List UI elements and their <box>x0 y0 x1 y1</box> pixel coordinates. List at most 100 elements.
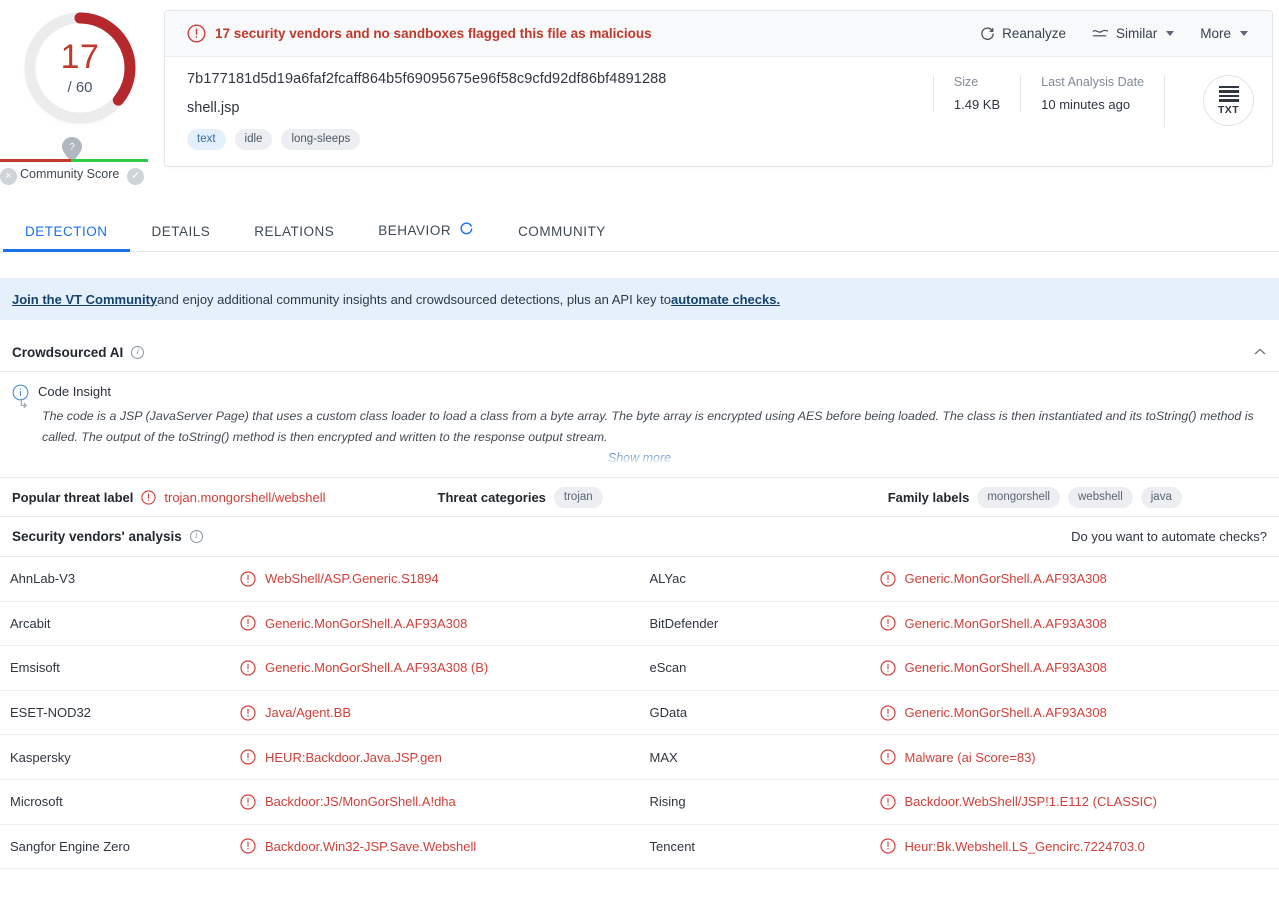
join-vt-community-link[interactable]: Join the VT Community <box>12 292 157 307</box>
file-details: 7b177181d5d19a6faf2fcaff864b5f69095675e9… <box>165 57 1272 166</box>
file-size-block: Size 1.49 KB <box>932 75 1020 112</box>
file-summary-area: 17 / 60 ? × Community Score ✓ 17 securit… <box>0 0 1279 188</box>
community-vote-down-icon[interactable]: × <box>0 168 17 185</box>
vendor-result-label[interactable]: Java/Agent.BB <box>265 705 351 720</box>
vendor-result: Generic.MonGorShell.A.AF93A308 <box>240 615 467 631</box>
last-analysis-block: Last Analysis Date 10 minutes ago <box>1020 75 1164 112</box>
tab-details[interactable]: DETAILS <box>130 224 233 251</box>
more-button[interactable]: More <box>1200 26 1248 41</box>
code-insight-title: Code Insight <box>38 384 111 399</box>
similar-button[interactable]: Similar <box>1092 26 1175 41</box>
family-label-pill[interactable]: java <box>1140 486 1182 508</box>
file-hash: 7b177181d5d19a6faf2fcaff864b5f69095675e9… <box>187 71 667 87</box>
table-row: AhnLab-V3 WebShell/ASP.Generic.S1894 <box>0 557 640 602</box>
reanalyze-icon <box>981 27 994 40</box>
warning-circle-icon <box>240 794 256 810</box>
vendor-result-label[interactable]: Generic.MonGorShell.A.AF93A308 (B) <box>265 660 488 675</box>
table-row: MAX Malware (ai Score=83) <box>639 735 1279 780</box>
tab-community[interactable]: COMMUNITY <box>496 224 628 251</box>
vendor-name: GData <box>649 705 688 721</box>
family-label-pill[interactable]: mongorshell <box>977 486 1060 508</box>
file-tag[interactable]: idle <box>234 129 273 150</box>
vendor-result-label[interactable]: Backdoor.WebShell/JSP!1.E112 (CLASSIC) <box>905 794 1157 809</box>
vendor-name: Kaspersky <box>10 749 71 765</box>
banner-text: and enjoy additional community insights … <box>157 291 671 307</box>
similar-label: Similar <box>1115 26 1158 41</box>
detection-count: 17 <box>60 38 100 76</box>
warning-circle-icon <box>879 838 896 854</box>
file-type-label: TXT <box>1217 103 1240 116</box>
warning-circle-icon <box>240 660 256 676</box>
warning-circle-icon <box>879 749 896 765</box>
text-fade-overlay <box>0 449 1279 465</box>
warning-circle-icon <box>240 704 256 721</box>
vendor-result: Backdoor.WebShell/JSP!1.E112 (CLASSIC) <box>879 794 1157 810</box>
reanalyze-button[interactable]: Reanalyze <box>980 26 1066 41</box>
vendor-result-label[interactable]: Generic.MonGorShell.A.AF93A308 <box>905 660 1107 675</box>
family-labels-key: Family labels <box>887 489 970 505</box>
table-row: Rising Backdoor.WebShell/JSP!1.E112 (CLAS… <box>639 780 1279 825</box>
file-verdict-bar: 17 security vendors and no sandboxes fla… <box>165 11 1272 57</box>
vendor-result-label[interactable]: Generic.MonGorShell.A.AF93A308 <box>905 616 1107 631</box>
file-metadata: Size 1.49 KB Last Analysis Date 10 minut… <box>932 71 1254 150</box>
warning-circle-icon <box>240 615 256 631</box>
vendor-result-label[interactable]: Generic.MonGorShell.A.AF93A308 <box>265 616 467 631</box>
vendor-result-label[interactable]: WebShell/ASP.Generic.S1894 <box>265 571 439 586</box>
file-actions: Reanalyze Similar More <box>980 26 1254 41</box>
table-row: Emsisoft Generic.MonGorShell.A.AF93A308 (… <box>0 646 640 691</box>
warning-circle-icon <box>879 571 896 587</box>
file-tag[interactable]: text <box>187 129 226 150</box>
vendor-result: Generic.MonGorShell.A.AF93A308 <box>879 660 1107 676</box>
table-row: Kaspersky HEUR:Backdoor.Java.JSP.gen <box>0 735 640 780</box>
vt-community-banner: Join the VT Community and enjoy addition… <box>0 278 1279 320</box>
file-tag[interactable]: long-sleeps <box>281 129 361 150</box>
table-row: Arcabit Generic.MonGorShell.A.AF93A308 <box>0 602 640 647</box>
crowdsourced-ai-title: Crowdsourced AI <box>12 345 124 360</box>
automate-checks-link[interactable]: automate checks. <box>671 292 780 307</box>
arrow-return-icon: ↳ <box>18 396 29 411</box>
verdict-text: 17 security vendors and no sandboxes fla… <box>215 26 652 41</box>
security-vendors-header: Security vendors' analysis i Do you want… <box>0 517 1279 557</box>
tab-behavior[interactable]: BEHAVIOR <box>356 221 496 251</box>
table-row <box>0 869 640 908</box>
automate-checks-prompt[interactable]: Do you want to automate checks? <box>1071 529 1267 544</box>
info-icon[interactable]: i <box>189 530 203 543</box>
threat-category-pill[interactable]: trojan <box>553 486 603 508</box>
tab-community-label: COMMUNITY <box>518 224 606 239</box>
loading-spinner-icon <box>459 221 474 239</box>
vendor-result-label[interactable]: Generic.MonGorShell.A.AF93A308 <box>905 571 1107 586</box>
popular-threat-label-value[interactable]: trojan.mongorshell/webshell <box>164 490 325 505</box>
vendor-result: Generic.MonGorShell.A.AF93A308 <box>879 704 1107 721</box>
vendor-result: Heur:Bk.Webshell.LS_Gencirc.7224703.0 <box>879 838 1145 854</box>
table-row: eScan Generic.MonGorShell.A.AF93A308 <box>639 646 1279 691</box>
community-vote-up-icon[interactable]: ✓ <box>127 168 144 185</box>
chevron-down-icon <box>1166 31 1175 36</box>
tab-detection-label: DETECTION <box>25 224 108 239</box>
tab-relations[interactable]: RELATIONS <box>232 224 356 251</box>
similar-icon <box>1092 29 1109 37</box>
table-row: Microsoft Backdoor:JS/MonGorShell.A!dha <box>0 780 640 825</box>
verdict: 17 security vendors and no sandboxes fla… <box>187 24 980 43</box>
vendor-result-label[interactable]: Heur:Bk.Webshell.LS_Gencirc.7224703.0 <box>905 839 1145 854</box>
vendor-result-label[interactable]: Backdoor:JS/MonGorShell.A!dha <box>265 794 456 809</box>
warning-circle-icon <box>141 489 156 505</box>
table-row: ESET-NOD32 Java/Agent.BB <box>0 691 640 736</box>
vendor-result-label[interactable]: HEUR:Backdoor.Java.JSP.gen <box>265 750 442 765</box>
tab-detection[interactable]: DETECTION <box>3 224 130 252</box>
chevron-down-icon <box>1240 31 1248 36</box>
family-label-pill[interactable]: webshell <box>1068 486 1133 508</box>
info-icon[interactable]: i <box>131 346 145 359</box>
warning-circle-icon <box>240 571 256 587</box>
vendor-result-label[interactable]: Malware (ai Score=83) <box>905 750 1036 765</box>
vendor-result-label[interactable]: Backdoor.Win32-JSP.Save.Webshell <box>265 839 476 854</box>
svg-text:?: ? <box>69 142 75 153</box>
warning-circle-icon <box>187 24 206 43</box>
chevron-up-icon[interactable] <box>1253 346 1267 360</box>
table-row <box>640 869 1279 908</box>
vendor-name: MAX <box>649 749 678 765</box>
file-info-card: 17 security vendors and no sandboxes fla… <box>164 10 1273 167</box>
vendor-result-label[interactable]: Generic.MonGorShell.A.AF93A308 <box>905 705 1107 720</box>
file-tags: text idle long-sleeps <box>187 129 933 150</box>
reanalyze-label: Reanalyze <box>1002 26 1066 41</box>
warning-circle-icon <box>240 838 256 854</box>
